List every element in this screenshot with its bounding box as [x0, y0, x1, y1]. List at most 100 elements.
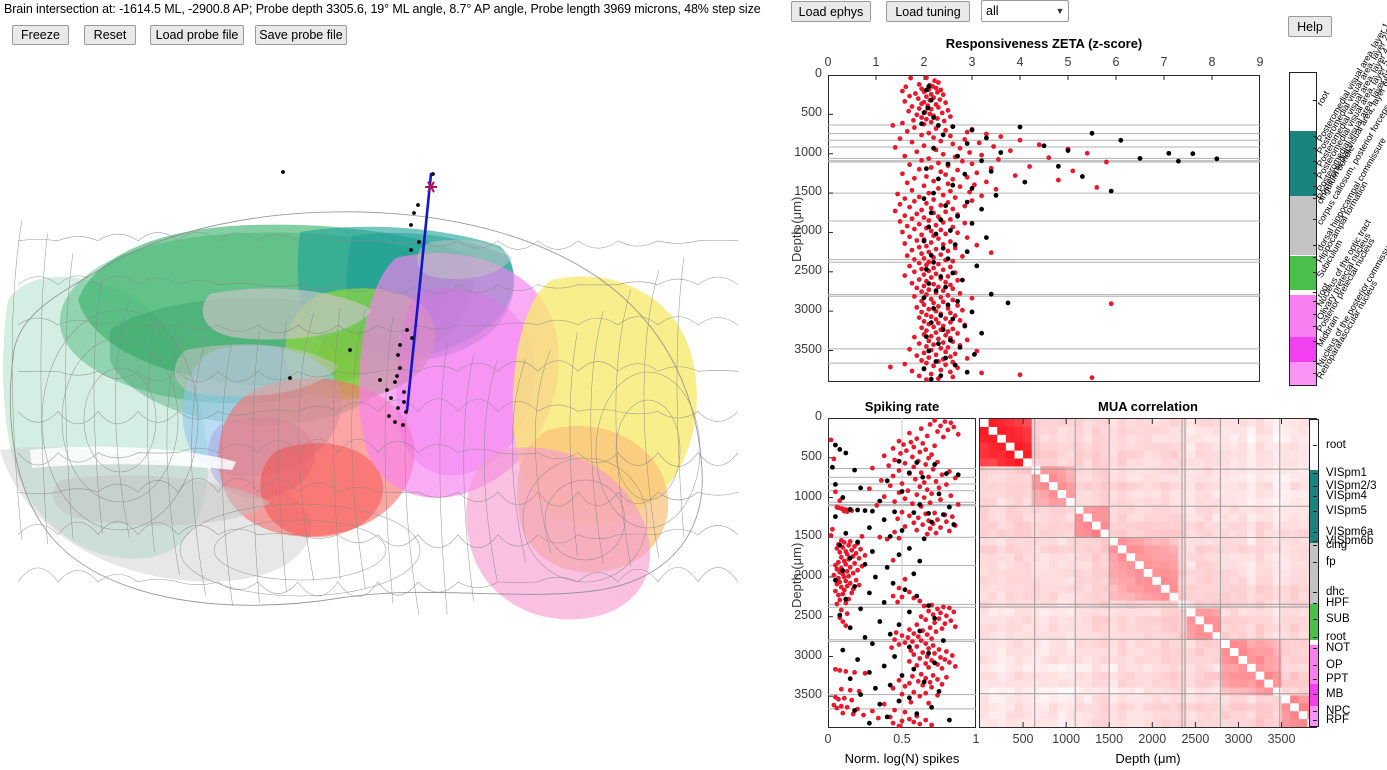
colorbar-top-segment-0	[1290, 73, 1316, 131]
colorbar-bottom-segment-3	[1310, 604, 1318, 640]
zeta-y-axis-label: Depth (μm)	[789, 196, 804, 262]
colorbar-bottom-tick-8	[1313, 562, 1317, 564]
chevron-down-icon: ▼	[1055, 6, 1065, 16]
zeta-y-tick: 3000	[794, 302, 822, 317]
mua-x-tick: 1500	[1095, 732, 1124, 746]
colorbar-bottom-tick-7	[1313, 545, 1317, 547]
region-colorbar-top-labels: root Posteromedial visual area, layer 1 Po…	[1313, 21, 1387, 386]
zeta-x-tick: 6	[1112, 55, 1120, 69]
colorbar-bottom-label-1: VISpm1	[1326, 466, 1367, 479]
colorbar-bottom-label-0: root	[1326, 439, 1346, 451]
colorbar-bottom-segment-6	[1310, 683, 1318, 707]
colorbar-bottom-tick-0	[1313, 445, 1317, 446]
colorbar-bottom-tick-16	[1313, 693, 1317, 695]
zeta-x-tick: 3	[968, 55, 976, 69]
region-colorbar-top	[1289, 72, 1317, 386]
colorbar-bottom-tick-12	[1313, 636, 1317, 638]
colorbar-bottom-tick-17	[1313, 711, 1317, 713]
save-probe-file-button[interactable]: Save probe file	[255, 25, 347, 45]
zeta-x-tick: 9	[1256, 55, 1264, 69]
colorbar-bottom-segment-2	[1310, 543, 1318, 605]
colorbar-bottom-label-16: MB	[1326, 687, 1344, 700]
colorbar-bottom-label-8: fp	[1326, 556, 1336, 569]
colorbar-bottom-label-11: SUB	[1326, 613, 1350, 626]
colorbar-bottom-tick-15	[1313, 678, 1317, 680]
colorbar-bottom-tick-10	[1313, 603, 1317, 605]
load-ephys-button[interactable]: Load ephys	[791, 1, 871, 22]
mua-x-tick: 3500	[1267, 732, 1296, 746]
mua-x-tick: 2000	[1138, 732, 1167, 746]
zeta-y-tick: 0	[815, 66, 822, 80]
region-colorbar-bottom	[1309, 419, 1319, 727]
mua-x-tick: 3000	[1224, 732, 1253, 746]
colorbar-bottom-label-9: dhc	[1326, 585, 1345, 598]
brain-intersection-status: Brain intersection at: -1614.5 ML, -2900…	[4, 2, 761, 16]
colorbar-bottom-label-18: RPF	[1326, 713, 1349, 726]
freeze-button[interactable]: Freeze	[12, 25, 69, 45]
zeta-y-tick: 500	[801, 105, 822, 120]
mua-x-tick: 1000	[1052, 732, 1081, 746]
zeta-x-tick: 4	[1016, 55, 1024, 69]
mua-x-tick: 500	[1012, 732, 1034, 746]
spiking-rate-x-tick: 0	[824, 732, 832, 746]
colorbar-top-segment-2	[1290, 196, 1316, 256]
colorbar-bottom-tick-3	[1313, 496, 1317, 498]
spiking-rate-y-tick: 2500	[794, 607, 822, 622]
colorbar-bottom-label-7: cing	[1326, 539, 1348, 552]
app-root: Brain intersection at: -1614.5 ML, -2900…	[0, 0, 1387, 770]
load-probe-file-button[interactable]: Load probe file	[150, 25, 244, 45]
spiking-rate-y-tick: 3500	[794, 687, 822, 702]
spiking-rate-data	[828, 418, 976, 728]
spiking-rate-x-tick: 1	[972, 732, 980, 746]
unit-filter-value: all	[986, 4, 999, 18]
unit-filter-select[interactable]: all ▼	[981, 0, 1069, 22]
colorbar-top-label-0: root	[1314, 89, 1332, 108]
mua-correlation-title: MUA correlation	[1098, 399, 1198, 414]
spiking-rate-x-axis-label: Norm. log(N) spikes	[844, 751, 960, 766]
zeta-scatter-data	[828, 75, 1260, 382]
colorbar-bottom-tick-14	[1313, 665, 1317, 667]
mua-x-tick: 2500	[1181, 732, 1210, 746]
colorbar-bottom-segment-7	[1310, 706, 1318, 726]
spiking-rate-title: Spiking rate	[864, 399, 940, 414]
spiking-rate-y-axis-label: Depth (μm)	[789, 542, 804, 608]
colorbar-bottom-tick-4	[1313, 511, 1317, 513]
zeta-plot-title: Responsiveness ZETA (z-score)	[945, 36, 1143, 51]
spiking-rate-y-tick: 1000	[794, 488, 822, 503]
colorbar-bottom-tick-6	[1313, 540, 1317, 542]
colorbar-bottom-tick-11	[1313, 619, 1317, 621]
spiking-rate-y-tick: 3000	[794, 647, 822, 662]
load-tuning-button[interactable]: Load tuning	[886, 1, 970, 22]
region-colorbar-bottom-labels: root VISpm1 VISpm2/3 VISpm4 VISpm5 VISpm6a VIS…	[1313, 419, 1387, 727]
zeta-x-tick: 1	[872, 55, 880, 69]
spiking-rate-y-tick: 1500	[794, 528, 822, 543]
spiking-rate-y-tick: 500	[801, 448, 822, 463]
colorbar-bottom-label-15: PPT	[1326, 672, 1349, 685]
colorbar-bottom-tick-9	[1313, 591, 1317, 593]
colorbar-bottom-tick-13	[1313, 647, 1317, 649]
brain-3d-viewport[interactable]	[0, 50, 770, 710]
zeta-x-tick: 5	[1064, 55, 1072, 69]
colorbar-bottom-label-10: HPF	[1326, 597, 1349, 610]
colorbar-bottom-label-3: VISpm4	[1326, 490, 1367, 503]
zeta-y-tick: 2500	[794, 262, 822, 277]
reset-button[interactable]: Reset	[84, 25, 136, 45]
colorbar-bottom-tick-18	[1313, 719, 1317, 721]
colorbar-bottom-label-13: NOT	[1326, 641, 1351, 654]
zeta-x-tick: 2	[920, 55, 928, 69]
zeta-x-tick: 8	[1208, 55, 1216, 69]
colorbar-bottom-label-14: OP	[1326, 659, 1343, 672]
brain-3d-render	[0, 170, 739, 620]
colorbar-bottom-tick-5	[1313, 531, 1317, 533]
mua-grid-overlay	[980, 419, 1316, 727]
zeta-y-tick: 3500	[794, 341, 822, 356]
spiking-rate-y-tick: 0	[815, 409, 822, 423]
spiking-rate-x-tick: 0.5	[893, 732, 911, 746]
zeta-y-tick: 1000	[794, 144, 822, 159]
help-button[interactable]: Help	[1288, 16, 1332, 37]
colorbar-bottom-tick-2	[1313, 485, 1317, 487]
colorbar-bottom-label-4: VISpm5	[1326, 505, 1367, 518]
zeta-x-tick: 7	[1160, 55, 1168, 69]
colorbar-bottom-tick-1	[1313, 472, 1317, 474]
mua-x-axis-label: Depth (μm)	[1115, 751, 1181, 766]
